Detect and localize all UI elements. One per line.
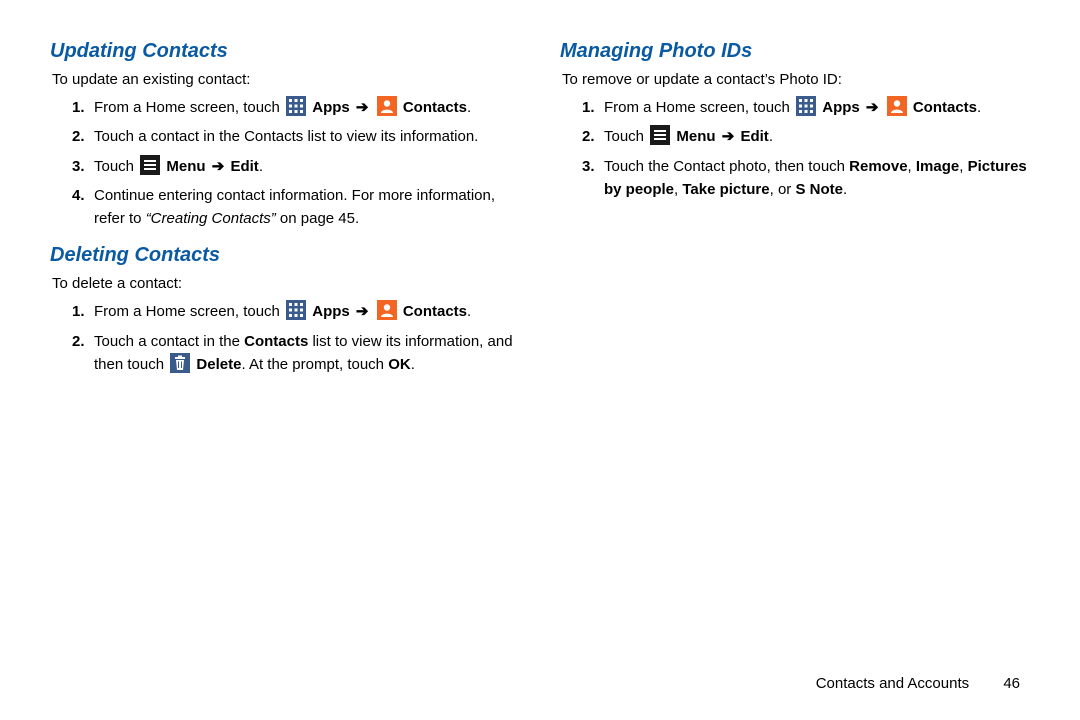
step-text: . [977, 99, 981, 116]
page: Updating Contacts To update an existing … [0, 0, 1080, 720]
right-column: Managing Photo IDs To remove or update a… [560, 40, 1030, 695]
step-text: , [959, 158, 967, 175]
step-text: . [467, 303, 471, 320]
label-menu: Menu [166, 158, 205, 175]
step-text: Touch a contact in the [94, 333, 244, 350]
label-edit: Edit [740, 128, 768, 145]
label-remove: Remove [849, 158, 907, 175]
page-footer: Contacts and Accounts 46 [816, 675, 1020, 692]
steps-photoids: From a Home screen, touch Apps ➔ Contact… [560, 96, 1030, 201]
label-take-picture: Take picture [682, 181, 769, 198]
contacts-icon [377, 300, 397, 320]
apps-icon [286, 96, 306, 116]
list-item: Touch the Contact photo, then touch Remo… [582, 155, 1030, 202]
step-text: on page 45. [276, 210, 359, 227]
heading-deleting-contacts: Deleting Contacts [50, 244, 520, 267]
intro-photoids: To remove or update a contact’s Photo ID… [562, 71, 1030, 88]
list-item: Touch a contact in the Contacts list to … [72, 330, 520, 377]
steps-deleting: From a Home screen, touch Apps ➔ Contact… [50, 300, 520, 376]
step-text: . [467, 99, 471, 116]
arrow-icon: ➔ [210, 158, 227, 175]
arrow-icon: ➔ [354, 99, 371, 116]
section-name: Contacts and Accounts [816, 675, 969, 692]
intro-updating: To update an existing contact: [52, 71, 520, 88]
list-item: Touch Menu ➔ Edit. [72, 155, 520, 178]
contacts-icon [377, 96, 397, 116]
step-text: Touch [604, 128, 648, 145]
arrow-icon: ➔ [354, 303, 371, 320]
contacts-icon [887, 96, 907, 116]
step-text: From a Home screen, touch [604, 99, 794, 116]
delete-icon [170, 353, 190, 373]
label-contacts: Contacts [913, 99, 977, 116]
list-item: Touch a contact in the Contacts list to … [72, 125, 520, 148]
step-text: . [769, 128, 773, 145]
heading-managing-photo-ids: Managing Photo IDs [560, 40, 1030, 63]
steps-updating: From a Home screen, touch Apps ➔ Contact… [50, 96, 520, 230]
step-text: , [908, 158, 916, 175]
apps-icon [286, 300, 306, 320]
step-text: . [259, 158, 263, 175]
arrow-icon: ➔ [864, 99, 881, 116]
list-item: Continue entering contact information. F… [72, 184, 520, 231]
label-menu: Menu [676, 128, 715, 145]
apps-icon [796, 96, 816, 116]
menu-icon [140, 155, 160, 175]
intro-deleting: To delete a contact: [52, 275, 520, 292]
menu-icon [650, 125, 670, 145]
arrow-icon: ➔ [720, 128, 737, 145]
label-s-note: S Note [795, 181, 843, 198]
step-text: From a Home screen, touch [94, 99, 284, 116]
step-text: Touch [94, 158, 138, 175]
cross-reference: “Creating Contacts” [146, 210, 276, 227]
heading-updating-contacts: Updating Contacts [50, 40, 520, 63]
step-text: , or [770, 181, 796, 198]
list-item: From a Home screen, touch Apps ➔ Contact… [72, 96, 520, 119]
label-ok: OK [388, 356, 411, 373]
step-text: Touch the Contact photo, then touch [604, 158, 849, 175]
step-text: . [411, 356, 415, 373]
step-text: . At the prompt, touch [241, 356, 388, 373]
label-contacts: Contacts [244, 333, 308, 350]
label-apps: Apps [312, 99, 350, 116]
label-delete: Delete [196, 356, 241, 373]
label-apps: Apps [822, 99, 860, 116]
list-item: From a Home screen, touch Apps ➔ Contact… [72, 300, 520, 323]
label-image: Image [916, 158, 959, 175]
step-text: . [843, 181, 847, 198]
label-contacts: Contacts [403, 99, 467, 116]
left-column: Updating Contacts To update an existing … [50, 40, 520, 695]
page-number: 46 [1003, 675, 1020, 692]
label-contacts: Contacts [403, 303, 467, 320]
step-text: From a Home screen, touch [94, 303, 284, 320]
label-apps: Apps [312, 303, 350, 320]
label-edit: Edit [230, 158, 258, 175]
list-item: Touch Menu ➔ Edit. [582, 125, 1030, 148]
list-item: From a Home screen, touch Apps ➔ Contact… [582, 96, 1030, 119]
